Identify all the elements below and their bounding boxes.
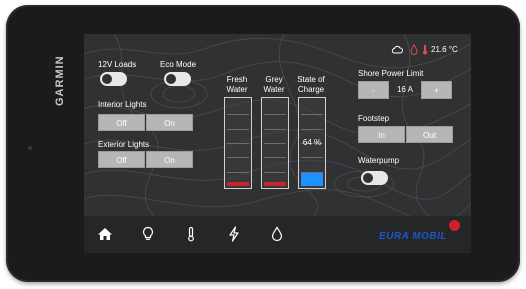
loads-12v-label: 12V Loads xyxy=(98,60,137,69)
state-of-charge-gauge: 64 % xyxy=(298,97,326,189)
tank-scale-tick xyxy=(227,171,249,173)
fresh-water-level xyxy=(227,182,249,186)
interior-lights-on-button[interactable]: On xyxy=(146,114,193,131)
footstep-in-button[interactable]: In xyxy=(358,126,405,143)
tank-scale-tick xyxy=(264,128,286,130)
tank-scale-tick xyxy=(227,114,249,116)
temperature-readout: 21.6 °C xyxy=(431,45,458,54)
tank-scale-tick xyxy=(301,128,323,130)
touch-screen: 21.6 °C 12V Loads Eco Mode Interior Ligh… xyxy=(84,34,471,253)
water-drop-icon[interactable] xyxy=(269,226,285,242)
tank-scale-tick xyxy=(227,143,249,144)
exterior-lights-on-button[interactable]: On xyxy=(146,151,193,168)
garmin-brand-label: GARMIN xyxy=(54,55,66,107)
tank-scale-tick xyxy=(264,171,286,173)
waterpump-toggle[interactable] xyxy=(361,171,388,185)
grey-water-label: Grey Water xyxy=(263,75,285,94)
waterpump-label: Waterpump xyxy=(358,156,400,165)
home-icon[interactable] xyxy=(97,226,113,242)
water-drop-alert-icon xyxy=(410,44,418,55)
thermometer-icon xyxy=(423,45,427,55)
footstep-label: Footstep xyxy=(358,114,390,123)
tank-scale-tick xyxy=(301,114,323,116)
loads-12v-toggle[interactable] xyxy=(100,72,127,86)
lightbulb-icon[interactable] xyxy=(140,226,156,242)
eura-mobil-logo-mark xyxy=(449,220,460,231)
footstep-out-button[interactable]: Out xyxy=(406,126,453,143)
shore-power-label: Shore Power Limit xyxy=(358,69,424,78)
tank-scale-tick xyxy=(227,157,249,159)
grey-water-level xyxy=(264,182,286,186)
tank-scale-tick xyxy=(264,114,286,116)
interior-lights-label: Interior Lights xyxy=(98,100,147,109)
exterior-lights-label: Exterior Lights xyxy=(98,140,150,149)
state-of-charge-label: State of Charge xyxy=(297,75,325,94)
fresh-water-gauge xyxy=(224,97,252,189)
tank-scale-tick xyxy=(264,157,286,159)
grey-water-gauge xyxy=(261,97,289,189)
shore-power-plus-button[interactable]: + xyxy=(421,81,452,99)
eco-mode-label: Eco Mode xyxy=(160,60,197,69)
cloud-icon xyxy=(391,45,403,54)
shore-power-value: 16 A xyxy=(396,85,413,94)
lightning-icon[interactable] xyxy=(226,226,242,242)
camera-dot xyxy=(28,146,32,150)
fresh-water-label: Fresh Water xyxy=(226,75,248,94)
state-of-charge-value: 64 % xyxy=(302,138,322,147)
eura-mobil-logo: EURA MOBIL xyxy=(379,231,447,242)
shore-power-minus-button[interactable]: - xyxy=(358,81,389,99)
exterior-lights-off-button[interactable]: Off xyxy=(98,151,145,168)
interior-lights-off-button[interactable]: Off xyxy=(98,114,145,131)
climate-thermometer-icon[interactable] xyxy=(183,226,199,242)
eco-mode-toggle[interactable] xyxy=(164,72,191,86)
tank-scale-tick xyxy=(264,143,286,144)
state-of-charge-level xyxy=(301,173,323,186)
tank-scale-tick xyxy=(227,128,249,130)
tank-scale-tick xyxy=(301,157,323,159)
